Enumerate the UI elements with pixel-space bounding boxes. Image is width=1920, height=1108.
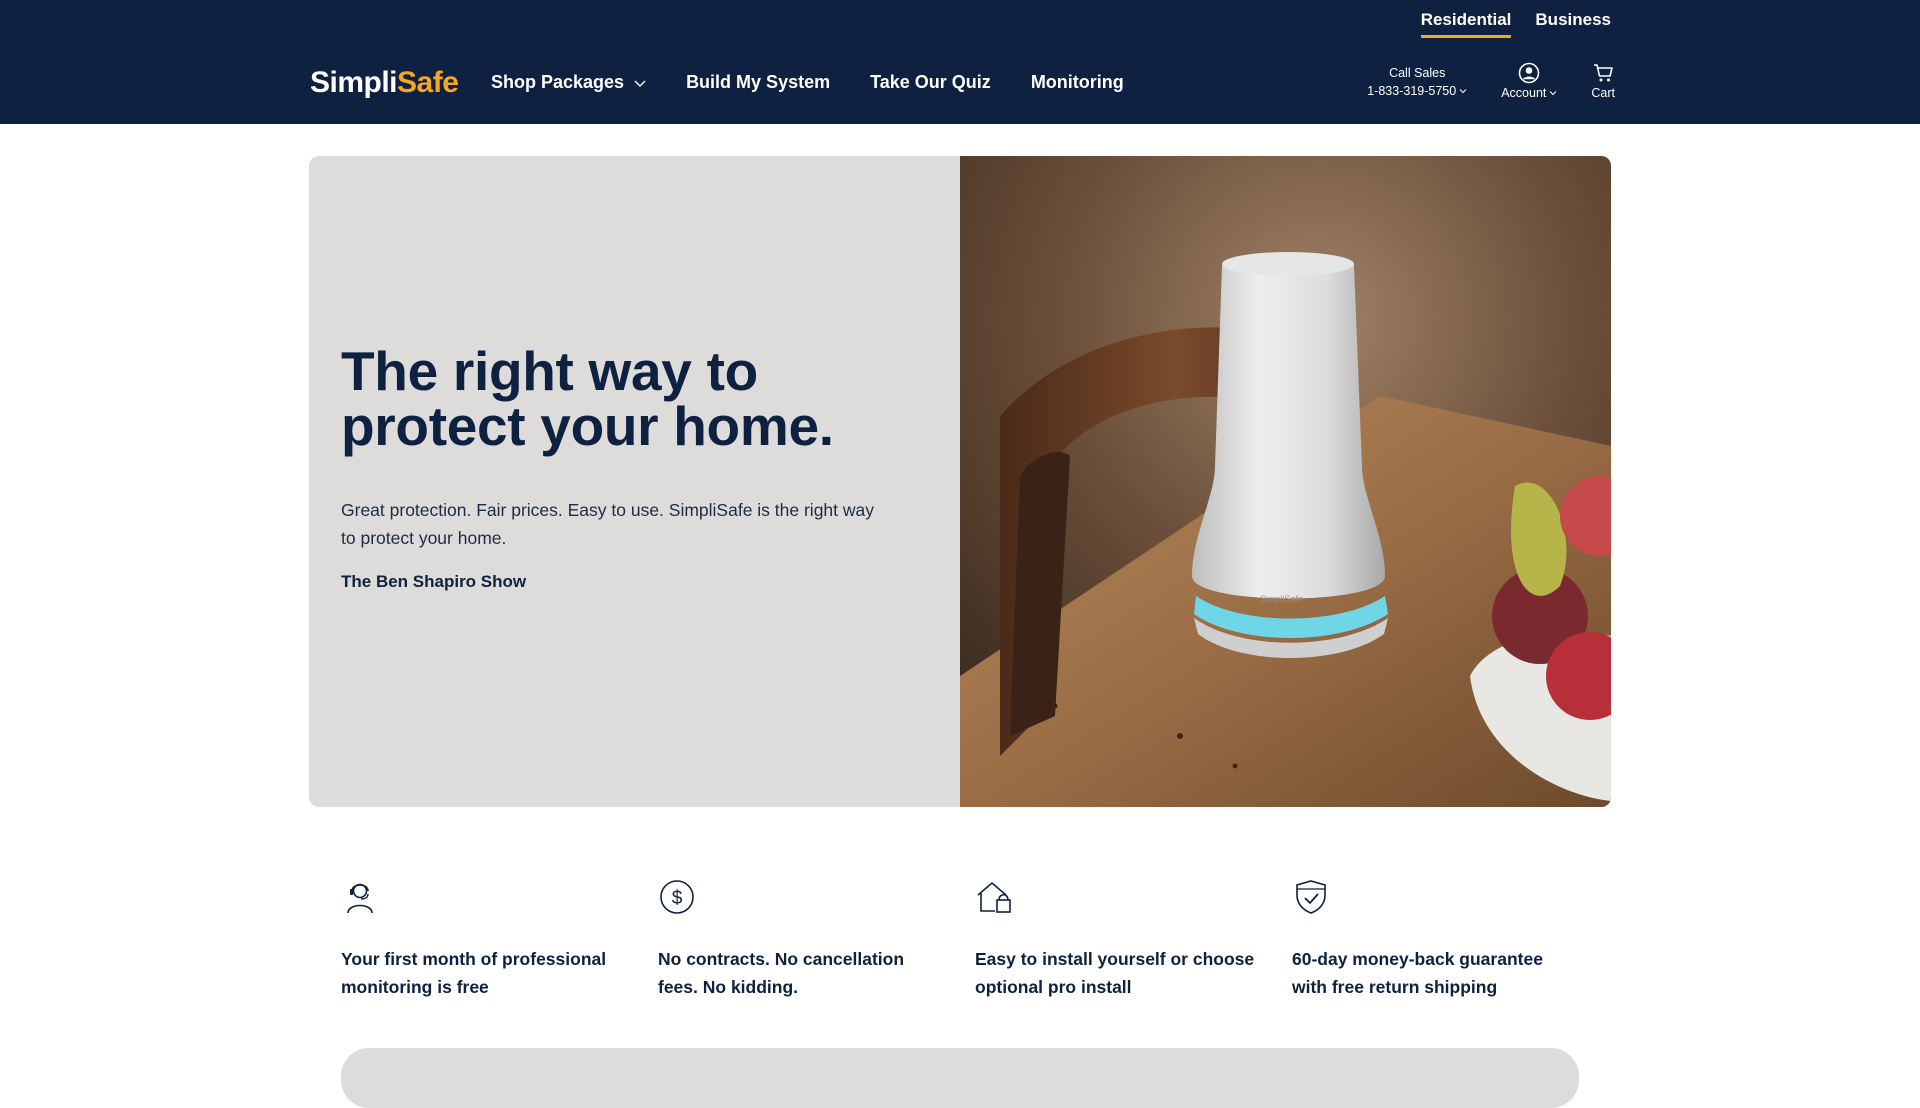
- main-nav: Shop Packages Build My System Take Our Q…: [491, 72, 1124, 93]
- nav-shop-packages-label: Shop Packages: [491, 72, 625, 92]
- chevron-down-icon: [634, 80, 646, 87]
- call-sales-label: Call Sales: [1389, 66, 1446, 80]
- nav-monitoring-label: Monitoring: [1030, 72, 1124, 92]
- call-sales-button[interactable]: Call Sales 1-833-319-5750: [1367, 64, 1467, 100]
- headset-agent-icon: [347, 883, 373, 914]
- nav-build-my-system[interactable]: Build My System: [686, 72, 830, 93]
- benefit-item: Easy to install yourself or choose optio…: [975, 878, 1292, 1001]
- device-brand-text: SimpliSafe: [1260, 594, 1303, 604]
- hero-text-panel: The right way to protect your home. Grea…: [309, 156, 960, 807]
- benefit-item: Your first month of professional monitor…: [341, 878, 658, 1001]
- cart-button[interactable]: Cart: [1591, 62, 1615, 100]
- chevron-down-icon: [1550, 91, 1557, 96]
- hero-title-line-1: The right way to: [341, 340, 758, 402]
- nav-monitoring[interactable]: Monitoring: [1031, 72, 1124, 93]
- hero-quote: Great protection. Fair prices. Easy to u…: [341, 500, 874, 548]
- benefit-item: 60-day money-back guarantee with free re…: [1292, 878, 1609, 1001]
- dollar-circle-icon: $: [660, 880, 694, 914]
- benefits-row: Your first month of professional monitor…: [341, 878, 1611, 1001]
- call-sales-phone: 1-833-319-5750: [1367, 84, 1457, 98]
- benefit-text: 60-day money-back guarantee with free re…: [1292, 949, 1543, 997]
- svg-text:$: $: [672, 888, 683, 909]
- benefit-text: Your first month of professional monitor…: [341, 949, 607, 997]
- account-button[interactable]: Account: [1501, 62, 1557, 100]
- site-header: Residential Business SimpliSafe Shop Pac…: [0, 0, 1920, 124]
- hero-title: The right way to protect your home.: [341, 344, 901, 454]
- cart-icon: [1594, 64, 1613, 82]
- logo-part-simpli: Simpli: [310, 66, 398, 99]
- cart-label: Cart: [1591, 86, 1615, 100]
- segment-business[interactable]: Business: [1535, 10, 1611, 38]
- segment-residential[interactable]: Residential: [1420, 10, 1512, 38]
- base-station-photo: SimpliSafe: [960, 156, 1611, 807]
- nav-take-our-quiz[interactable]: Take Our Quiz: [870, 72, 991, 93]
- hero-product-image: SimpliSafe: [960, 156, 1611, 807]
- nav-shop-packages[interactable]: Shop Packages: [491, 72, 646, 93]
- benefit-text: Easy to install yourself or choose optio…: [975, 949, 1255, 997]
- segment-switcher: Residential Business: [1420, 10, 1611, 38]
- hero-banner: The right way to protect your home. Grea…: [309, 156, 1611, 807]
- hero-quote-source: The Ben Shapiro Show: [341, 572, 527, 591]
- nav-build-my-system-label: Build My System: [686, 72, 831, 92]
- benefit-text: No contracts. No cancellation fees. No k…: [658, 949, 905, 997]
- chevron-down-icon: [1459, 89, 1467, 94]
- next-section-card: [341, 1048, 1579, 1108]
- account-label: Account: [1501, 86, 1547, 100]
- benefit-item: $ No contracts. No cancellation fees. No…: [658, 878, 975, 1001]
- shield-check-icon: [1296, 880, 1326, 914]
- logo-part-safe: Safe: [397, 66, 459, 99]
- account-icon: [1518, 62, 1540, 84]
- simplisafe-logo[interactable]: SimpliSafe: [310, 66, 459, 100]
- nav-take-our-quiz-label: Take Our Quiz: [870, 72, 991, 92]
- utility-nav: Call Sales 1-833-319-5750 Account Cart: [1367, 62, 1615, 100]
- house-install-icon: [977, 881, 1011, 913]
- hero-title-line-2: protect your home.: [341, 395, 834, 457]
